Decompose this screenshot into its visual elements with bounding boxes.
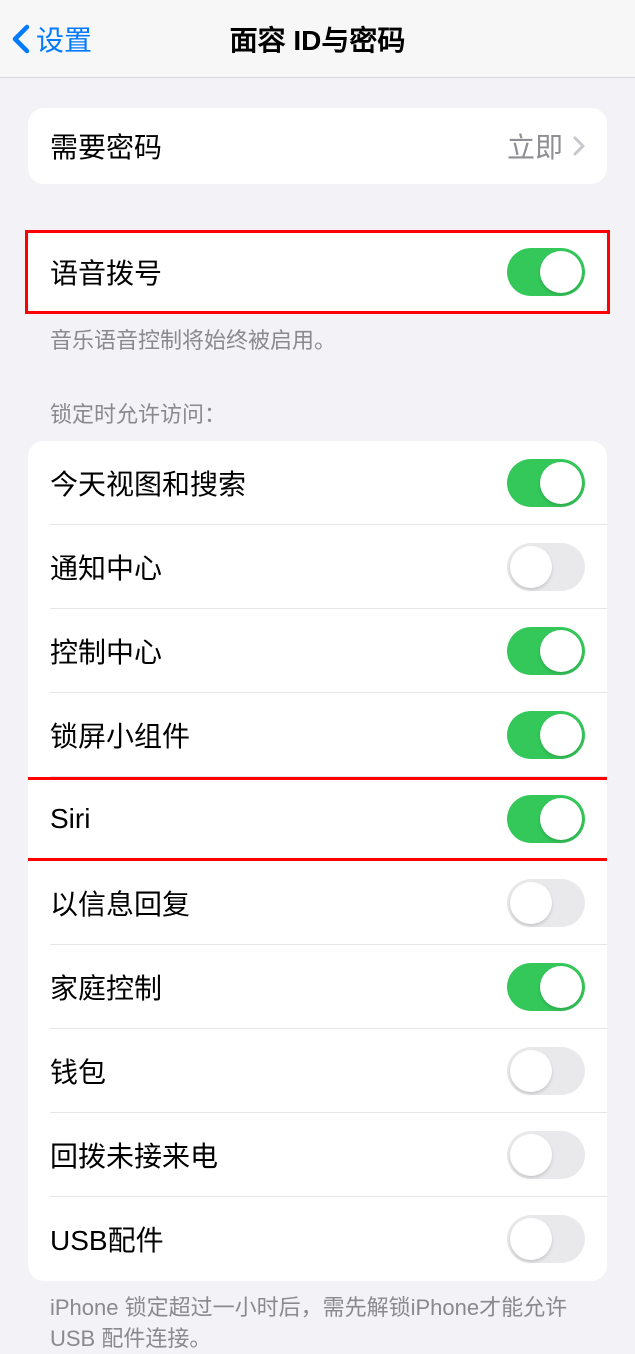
lock-access-item-label: 家庭控制 — [50, 967, 162, 1007]
lock-access-item-label: 今天视图和搜索 — [50, 463, 246, 503]
lock-access-row: 以信息回复 — [28, 861, 607, 945]
chevron-right-icon — [573, 136, 585, 156]
lock-access-row: USB配件 — [28, 1197, 607, 1281]
lock-access-toggle[interactable] — [507, 879, 585, 927]
chevron-left-icon — [12, 24, 30, 54]
voice-dial-row: 语音拨号 — [28, 230, 607, 314]
lock-access-toggle[interactable] — [507, 795, 585, 843]
lock-access-item-label: 钱包 — [50, 1051, 106, 1091]
navigation-bar: 设置 面容 ID与密码 — [0, 0, 635, 78]
lock-access-header: 锁定时允许访问： — [28, 397, 607, 441]
lock-access-row: 通知中心 — [28, 525, 607, 609]
lock-access-row: 今天视图和搜索 — [28, 441, 607, 525]
lock-access-toggle[interactable] — [507, 1047, 585, 1095]
lock-access-toggle[interactable] — [507, 711, 585, 759]
lock-access-item-label: Siri — [50, 803, 90, 835]
lock-access-item-label: 控制中心 — [50, 631, 162, 671]
lock-access-toggle[interactable] — [507, 963, 585, 1011]
lock-access-row: Siri — [28, 777, 607, 861]
page-title: 面容 ID与密码 — [230, 19, 406, 59]
lock-access-row: 回拨未接来电 — [28, 1113, 607, 1197]
require-passcode-row[interactable]: 需要密码 立即 — [28, 108, 607, 184]
lock-access-row: 家庭控制 — [28, 945, 607, 1029]
lock-access-item-label: 以信息回复 — [50, 883, 190, 923]
lock-access-toggle[interactable] — [507, 1215, 585, 1263]
back-label: 设置 — [36, 19, 92, 59]
lock-access-item-label: 锁屏小组件 — [50, 715, 190, 755]
lock-access-footer: iPhone 锁定超过一小时后，需先解锁iPhone才能允许USB 配件连接。 — [28, 1281, 607, 1354]
back-button[interactable]: 设置 — [0, 19, 92, 59]
require-passcode-label: 需要密码 — [50, 126, 162, 166]
lock-access-row: 控制中心 — [28, 609, 607, 693]
lock-access-item-label: 回拨未接来电 — [50, 1135, 218, 1175]
voice-dial-footer: 音乐语音控制将始终被启用。 — [28, 314, 607, 357]
lock-access-toggle[interactable] — [507, 459, 585, 507]
lock-access-item-label: 通知中心 — [50, 547, 162, 587]
lock-access-toggle[interactable] — [507, 627, 585, 675]
lock-access-row: 钱包 — [28, 1029, 607, 1113]
lock-access-toggle[interactable] — [507, 1131, 585, 1179]
voice-dial-label: 语音拨号 — [50, 252, 162, 292]
lock-access-toggle[interactable] — [507, 543, 585, 591]
voice-dial-toggle[interactable] — [507, 248, 585, 296]
require-passcode-value: 立即 — [507, 126, 563, 166]
lock-access-row: 锁屏小组件 — [28, 693, 607, 777]
